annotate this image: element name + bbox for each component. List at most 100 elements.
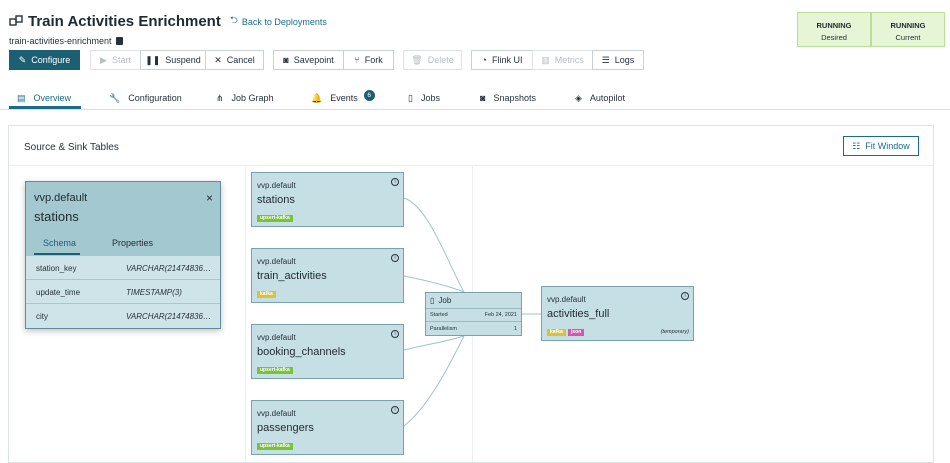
tab-job-graph-label: Job Graph [231, 93, 274, 103]
tab-snapshots-label: Snapshots [493, 93, 536, 103]
tab-configuration[interactable]: 🔧 Configuration [109, 87, 182, 109]
fork-icon: ⑂ [354, 55, 360, 65]
connector-tag: upsert-kafka [257, 443, 293, 450]
schema-row: station_key VARCHAR(2147483647) [26, 256, 220, 280]
tab-events[interactable]: 🔔 Events 6 [311, 87, 375, 109]
edit-icon: ✎ [18, 54, 27, 65]
detail-name: stations [34, 209, 79, 224]
document-icon: ▯ [408, 92, 413, 103]
bar-chart-icon: ▥ [541, 54, 550, 65]
tab-snapshots[interactable]: ◙ Snapshots [480, 87, 536, 109]
delete-button-label: Delete [427, 55, 454, 65]
job-started-value: Feb 24, 2021 [484, 312, 517, 318]
fork-button-label: Fork [364, 55, 383, 65]
tab-bar: ▤ Overview 🔧 Configuration ⋔ Job Graph 🔔… [0, 83, 950, 110]
metrics-button-label: Metrics [554, 55, 584, 65]
node-name: passengers [257, 422, 314, 434]
schema-row: update_time TIMESTAMP(3) [26, 280, 220, 304]
tab-configuration-label: Configuration [128, 93, 182, 103]
tab-autopilot-label: Autopilot [589, 93, 625, 103]
sink-node-activities-full[interactable]: vvp.default activities_full i kafka json… [541, 286, 694, 341]
info-icon[interactable]: i [391, 406, 399, 414]
gauge-icon: ◔ [481, 55, 487, 65]
info-icon[interactable]: i [681, 292, 689, 300]
detail-tab-properties[interactable]: Properties [112, 238, 153, 248]
copy-icon[interactable] [115, 37, 123, 45]
table-detail-popover: vvp.default stations × Schema Properties… [25, 181, 221, 329]
job-parallelism-label: Parallelism [430, 325, 457, 332]
job-title: Job [438, 296, 452, 305]
node-name: train_activities [257, 270, 327, 282]
fork-button[interactable]: ⑂ Fork [343, 50, 394, 70]
active-tab-indicator [9, 106, 81, 109]
configure-button-label: Configure [31, 55, 71, 65]
node-name: activities_full [547, 308, 610, 320]
status-current-state: RUNNING [890, 21, 926, 30]
logs-button[interactable]: ☰ Logs [592, 50, 644, 70]
detail-tab-schema[interactable]: Schema [43, 238, 76, 248]
edge-passengers-job [403, 335, 465, 427]
detail-tab-indicator [34, 253, 80, 255]
job-header: ▯ Job [426, 293, 521, 309]
title-row: Train Activities Enrichment ⮌ Back to De… [9, 13, 327, 30]
column-name: city [36, 312, 48, 321]
tab-job-graph[interactable]: ⋔ Job Graph [216, 87, 274, 109]
column-name: station_key [36, 264, 77, 273]
start-button[interactable]: ▶ Start [90, 50, 141, 70]
job-parallelism-value: 1 [513, 325, 517, 332]
deployment-icon [9, 14, 23, 29]
node-namespace: vvp.default [547, 295, 586, 304]
job-node[interactable]: ▯ Job Started Feb 24, 2021 Parallelism 1 [425, 292, 522, 336]
info-icon[interactable]: i [391, 330, 399, 338]
savepoint-button-label: Savepoint [293, 55, 334, 65]
deployment-name: train-activities-enrichment [9, 36, 123, 46]
back-arrow-icon: ⮌ [229, 15, 238, 26]
node-name: booking_channels [257, 346, 346, 358]
source-node-train-activities[interactable]: vvp.default train_activities i kafka [251, 248, 404, 303]
delete-button[interactable]: 🗑 Delete [403, 50, 462, 70]
source-node-passengers[interactable]: vvp.default passengers i upsert-kafka [251, 400, 404, 455]
overview-icon: ▤ [17, 92, 26, 103]
source-sink-panel: Source & Sink Tables ☷ Fit Window vvp.de… [8, 125, 934, 463]
connector-tag: upsert-kafka [257, 367, 293, 374]
pause-icon: ❚❚ [145, 54, 161, 65]
detail-namespace: vvp.default [34, 192, 88, 204]
cancel-button[interactable]: ✕ Cancel [205, 50, 264, 70]
connector-tag: kafka [547, 329, 566, 336]
tab-jobs[interactable]: ▯ Jobs [408, 87, 440, 109]
status-desired: RUNNING Desired [797, 12, 871, 47]
close-icon[interactable]: × [206, 191, 213, 205]
flink-ui-button[interactable]: ◔ Flink UI [471, 50, 533, 70]
edge-booking-channels-job [403, 335, 465, 351]
camera-icon: ◙ [283, 55, 289, 65]
tab-jobs-label: Jobs [420, 93, 440, 103]
list-icon: ☰ [601, 54, 610, 65]
node-namespace: vvp.default [257, 257, 296, 266]
source-node-stations[interactable]: vvp.default stations i upsert-kafka [251, 172, 404, 227]
suspend-button[interactable]: ❚❚ Suspend [140, 50, 206, 70]
node-namespace: vvp.default [257, 333, 296, 342]
column-type: VARCHAR(2147483647) [126, 312, 214, 321]
compass-icon: ◈ [575, 92, 582, 103]
format-tag: json [568, 329, 585, 336]
tab-autopilot[interactable]: ◈ Autopilot [575, 87, 625, 109]
savepoint-button[interactable]: ◙ Savepoint [273, 50, 344, 70]
job-parallelism-row: Parallelism 1 [426, 322, 521, 335]
info-icon[interactable]: i [391, 254, 399, 262]
tab-events-label: Events [330, 93, 358, 103]
wrench-icon: 🔧 [109, 92, 121, 103]
graph-icon: ⋔ [216, 92, 224, 103]
deployment-header: Train Activities Enrichment ⮌ Back to De… [0, 0, 950, 110]
configure-button[interactable]: ✎ Configure [9, 50, 80, 70]
cancel-button-label: Cancel [226, 55, 255, 65]
status-current-label: Current [895, 33, 921, 42]
back-link-label: Back to Deployments [241, 16, 327, 27]
page-title: Train Activities Enrichment [28, 13, 221, 30]
metrics-button[interactable]: ▥ Metrics [532, 50, 593, 70]
node-namespace: vvp.default [257, 409, 296, 418]
play-icon: ▶ [100, 54, 107, 65]
edge-train-activities-job [403, 275, 465, 293]
source-node-booking-channels[interactable]: vvp.default booking_channels i upsert-ka… [251, 324, 404, 379]
info-icon[interactable]: i [391, 178, 399, 186]
back-to-deployments-link[interactable]: ⮌ Back to Deployments [230, 13, 327, 30]
